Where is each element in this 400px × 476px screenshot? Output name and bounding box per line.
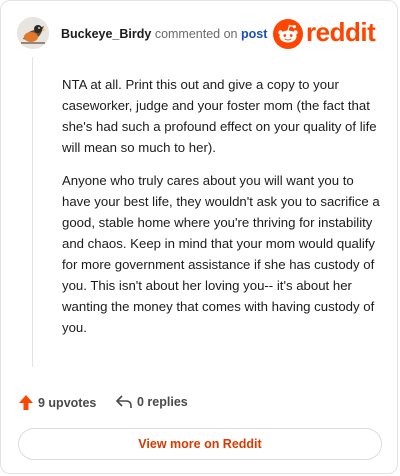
view-more-button[interactable]: View more on Reddit — [18, 428, 382, 460]
commented-on-text: commented on — [154, 27, 238, 41]
upvote-count: 9 upvotes — [38, 395, 97, 410]
comment-paragraph: Anyone who truly cares about you will wa… — [62, 173, 380, 335]
reply-arrow-icon — [116, 395, 132, 408]
username-link[interactable]: Buckeye_Birdy — [61, 27, 151, 41]
reddit-snoo-icon — [273, 19, 303, 49]
comment-header: Buckeye_Birdy commented on post reddit — [17, 17, 381, 51]
upvote-button[interactable]: 9 upvotes — [19, 395, 96, 410]
post-link[interactable]: post — [241, 27, 267, 41]
upvote-arrow-icon — [19, 395, 33, 410]
reddit-wordmark: reddit — [306, 17, 376, 47]
comment-meta: Buckeye_Birdy commented on post — [61, 27, 267, 41]
thread-line — [32, 57, 33, 367]
comment-paragraph: NTA at all. Print this out and give a co… — [62, 77, 377, 155]
reply-count: 0 replies — [137, 395, 188, 409]
reddit-logo[interactable]: reddit — [273, 17, 381, 51]
comment-body: NTA at all. Print this out and give a co… — [62, 74, 380, 350]
reply-button[interactable]: 0 replies — [116, 395, 188, 409]
user-avatar[interactable] — [17, 17, 49, 49]
embedded-comment-card: Buckeye_Birdy commented on post reddit N… — [0, 0, 398, 474]
